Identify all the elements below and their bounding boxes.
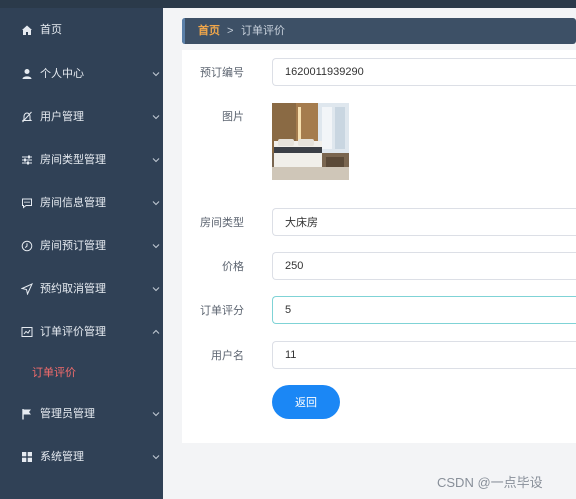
sidebar-item-label: 房间信息管理 bbox=[40, 197, 106, 209]
sidebar-item-label: 用户管理 bbox=[40, 111, 84, 123]
sidebar: 首页 个人中心 用户管理 房间类型管理 房间信息管理 房间预订管理 预约取消管理… bbox=[0, 8, 163, 499]
breadcrumb-separator: > bbox=[227, 25, 234, 37]
sidebar-item-system[interactable]: 系统管理 bbox=[0, 443, 163, 471]
clock-icon bbox=[20, 239, 34, 253]
grid-icon bbox=[20, 450, 34, 464]
room-photo bbox=[272, 103, 349, 180]
flag-icon bbox=[20, 407, 34, 421]
home-icon bbox=[20, 23, 34, 37]
sidebar-item-room-types[interactable]: 房间类型管理 bbox=[0, 146, 163, 174]
username-label: 用户名 bbox=[211, 350, 244, 362]
breadcrumb: 首页 > 订单评价 bbox=[182, 18, 576, 44]
sidebar-subitem-order-review[interactable]: 订单评价 bbox=[0, 360, 163, 386]
chart-box-icon bbox=[20, 325, 34, 339]
sidebar-item-label: 房间类型管理 bbox=[40, 154, 106, 166]
chevron-down-icon bbox=[152, 244, 160, 249]
chevron-down-icon bbox=[152, 158, 160, 163]
price-label: 价格 bbox=[222, 261, 244, 273]
message-icon bbox=[20, 196, 34, 210]
sidebar-item-users[interactable]: 用户管理 bbox=[0, 103, 163, 131]
top-bar bbox=[0, 0, 576, 8]
order-no-label: 预订编号 bbox=[200, 67, 244, 79]
chevron-down-icon bbox=[152, 455, 160, 460]
sidebar-item-cancellations[interactable]: 预约取消管理 bbox=[0, 275, 163, 303]
sidebar-item-room-booking[interactable]: 房间预订管理 bbox=[0, 232, 163, 260]
image-label: 图片 bbox=[222, 111, 244, 123]
price-field[interactable] bbox=[272, 252, 576, 280]
chevron-down-icon bbox=[152, 201, 160, 206]
sidebar-subitem-label: 订单评价 bbox=[32, 367, 76, 379]
chevron-down-icon bbox=[152, 287, 160, 292]
sidebar-item-room-info[interactable]: 房间信息管理 bbox=[0, 189, 163, 217]
send-icon bbox=[20, 282, 34, 296]
breadcrumb-home-link[interactable]: 首页 bbox=[198, 24, 220, 38]
sidebar-item-label: 预约取消管理 bbox=[40, 283, 106, 295]
watermark: CSDN @一点毕设 bbox=[437, 475, 543, 490]
sidebar-item-label: 房间预订管理 bbox=[40, 240, 106, 252]
chevron-down-icon bbox=[152, 412, 160, 417]
sidebar-item-admins[interactable]: 管理员管理 bbox=[0, 400, 163, 428]
sidebar-item-label: 首页 bbox=[40, 24, 62, 36]
sidebar-item-label: 管理员管理 bbox=[40, 408, 95, 420]
sliders-icon bbox=[20, 153, 34, 167]
username-field[interactable] bbox=[272, 341, 576, 369]
chevron-down-icon bbox=[152, 115, 160, 120]
back-button[interactable]: 返回 bbox=[272, 385, 340, 419]
main-content: 首页 > 订单评价 预订编号 图片 bbox=[163, 8, 576, 499]
order-review-form: 预订编号 图片 房间类型 价格 bbox=[182, 50, 576, 443]
order-no-field[interactable] bbox=[272, 58, 576, 86]
breadcrumb-current: 订单评价 bbox=[241, 25, 285, 37]
rating-label: 订单评分 bbox=[200, 305, 244, 317]
sidebar-item-label: 订单评价管理 bbox=[40, 326, 106, 338]
user-icon bbox=[20, 67, 34, 81]
room-type-field[interactable] bbox=[272, 208, 576, 236]
sidebar-item-label: 系统管理 bbox=[40, 451, 84, 463]
sidebar-item-order-reviews[interactable]: 订单评价管理 bbox=[0, 318, 163, 346]
sidebar-item-home[interactable]: 首页 bbox=[0, 16, 163, 44]
room-type-label: 房间类型 bbox=[200, 217, 244, 229]
chevron-down-icon bbox=[152, 72, 160, 77]
bell-off-icon bbox=[20, 110, 34, 124]
chevron-up-icon bbox=[152, 329, 160, 334]
rating-field[interactable] bbox=[272, 296, 576, 324]
sidebar-item-label: 个人中心 bbox=[40, 68, 84, 80]
sidebar-item-profile[interactable]: 个人中心 bbox=[0, 60, 163, 88]
